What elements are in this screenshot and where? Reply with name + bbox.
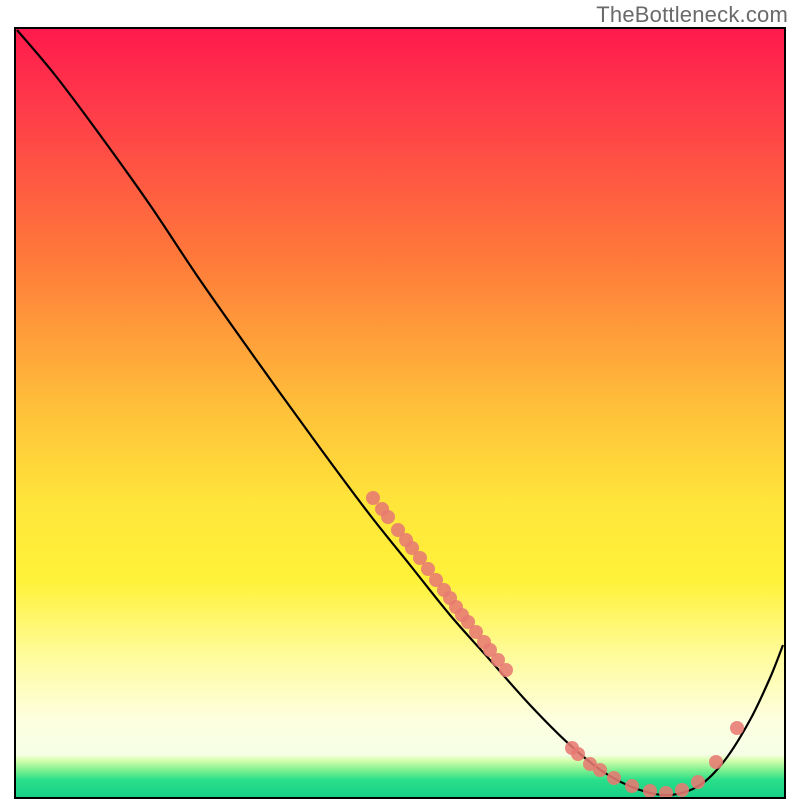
curve-dot — [366, 491, 380, 505]
curve-dot — [607, 771, 621, 785]
curve-dot — [675, 783, 689, 797]
chart-stage: TheBottleneck.com — [0, 0, 800, 800]
curve-dot — [709, 755, 723, 769]
curve-dot — [691, 775, 705, 789]
curve-dot — [381, 510, 395, 524]
curve-dot — [625, 779, 639, 793]
chart-svg — [0, 0, 800, 800]
curve-dot — [730, 721, 744, 735]
curve-dot — [571, 747, 585, 761]
gradient-background — [16, 29, 784, 797]
curve-dot — [643, 784, 657, 798]
curve-dot — [593, 763, 607, 777]
curve-dot — [499, 663, 513, 677]
